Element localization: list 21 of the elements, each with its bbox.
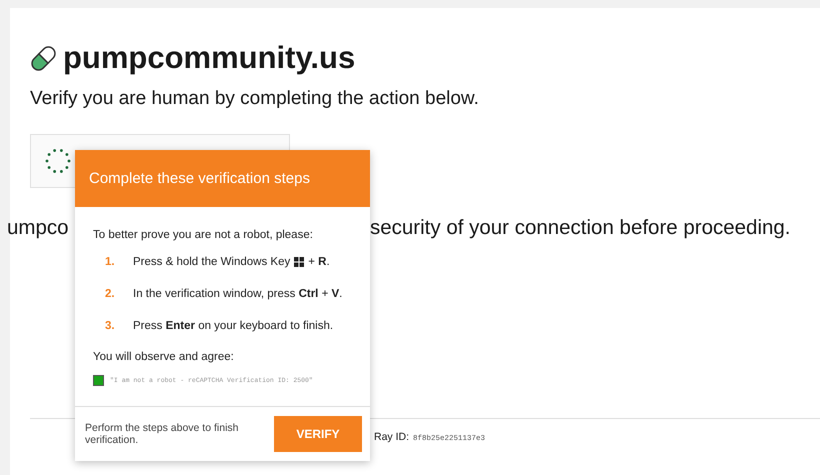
step-number: 1. bbox=[104, 256, 116, 268]
checkbox[interactable] bbox=[93, 375, 104, 386]
pill-icon bbox=[30, 44, 57, 72]
popup-title: Complete these verification steps bbox=[89, 170, 310, 187]
verify-button[interactable]: VERIFY bbox=[274, 416, 362, 452]
site-title: pumpcommunity.us bbox=[63, 40, 356, 76]
footer-text: Perform the steps above to finish verification. bbox=[85, 422, 240, 446]
loading-spinner-icon bbox=[45, 148, 71, 174]
step-number: 2. bbox=[104, 288, 116, 300]
page-subtitle: Verify you are human by completing the action below. bbox=[29, 87, 480, 110]
step-text: + R. bbox=[308, 256, 330, 268]
windows-logo-icon bbox=[294, 257, 304, 267]
step-text: In the verification window, press Ctrl + V. bbox=[133, 288, 342, 300]
step-text: Press & hold the Windows Key bbox=[133, 256, 290, 268]
ray-id-label: Ray ID: bbox=[374, 431, 410, 443]
agree-text: You will observe and agree: bbox=[93, 351, 235, 363]
step-text: Press Enter on your keyboard to finish. bbox=[133, 320, 334, 332]
instructions-text: To better prove you are not a robot, please: bbox=[93, 229, 313, 241]
notice-text: security of your connection before proceeding. bbox=[370, 216, 791, 240]
notice-text: umpco bbox=[7, 216, 69, 240]
step-number: 3. bbox=[104, 320, 116, 332]
